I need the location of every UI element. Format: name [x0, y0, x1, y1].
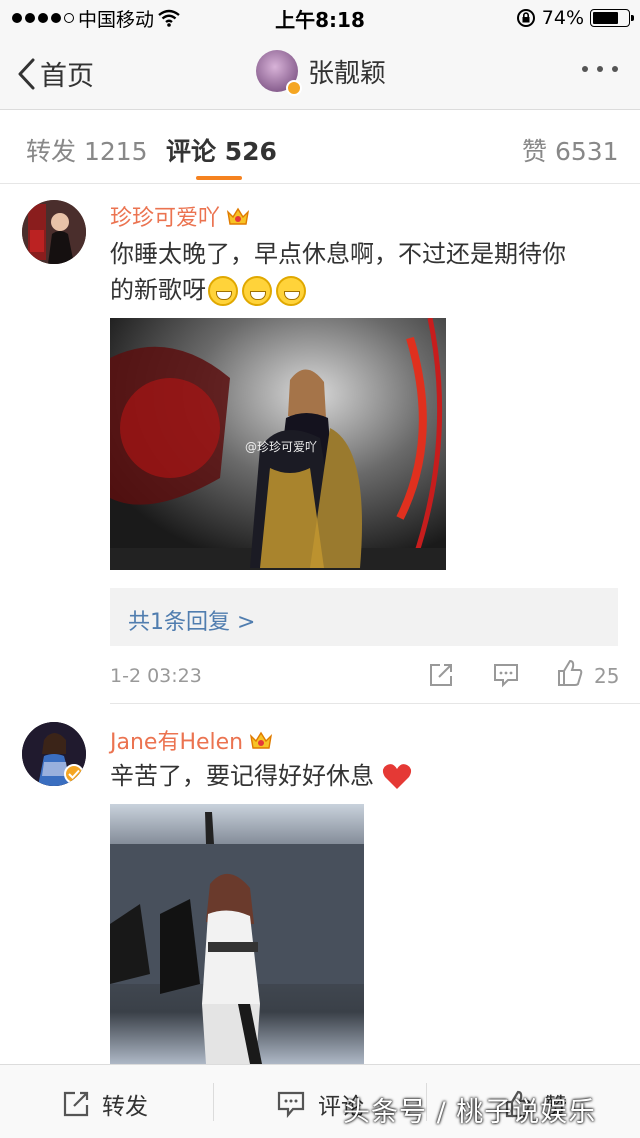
comment-username[interactable]: Jane有Helen	[110, 724, 273, 756]
divider	[213, 1083, 214, 1121]
vip-crown-icon	[226, 207, 250, 225]
more-options-icon[interactable]	[582, 66, 618, 72]
photo-watermark: @珍珍可爱吖	[245, 440, 318, 454]
tab-comments[interactable]: 评论 526	[166, 132, 277, 168]
comment-icon[interactable]	[492, 662, 520, 688]
comment-item: Jane有Helen 辛苦了，要记得好好休息	[0, 704, 640, 1064]
comment-photo[interactable]: @珍珍可爱吖	[110, 318, 446, 570]
watermark: 头条号 / 桃子说娱乐	[343, 1097, 597, 1128]
comment-item: 珍珍可爱吖 你睡太晚了，早点休息啊，不过还是期待你 的新歌呀 @珍珍可爱吖 共1…	[0, 184, 640, 704]
chevron-left-icon	[18, 58, 35, 89]
grin-emoji-icon	[208, 276, 238, 306]
verified-badge-icon	[286, 80, 302, 96]
verified-badge-icon	[64, 764, 84, 784]
grin-emoji-icon	[242, 276, 272, 306]
status-right: 74%	[516, 7, 634, 29]
comment-icon	[277, 1091, 305, 1118]
back-button[interactable]: 首页	[16, 54, 94, 93]
repost-button[interactable]: 转发	[62, 1087, 148, 1121]
back-label: 首页	[40, 61, 94, 92]
like-thumb-icon[interactable]	[556, 658, 584, 688]
avatar	[256, 50, 302, 96]
share-icon	[63, 1091, 89, 1117]
view-replies-link[interactable]: 共1条回复 >	[128, 604, 255, 636]
red-heart-icon	[382, 764, 411, 789]
nav-bar: 首页 张靓颖	[0, 36, 640, 110]
tab-bar: 转发 1215 评论 526 赞 6531	[0, 110, 640, 184]
battery-icon	[590, 9, 634, 27]
rotation-lock-icon	[516, 9, 535, 27]
battery-percent: 74%	[541, 7, 584, 29]
weibo-comments-page: 中国移动 上午8:18 74% 首页 张靓颖 转发 1215 评论 526 赞 …	[0, 0, 640, 1138]
avatar[interactable]	[22, 200, 86, 264]
tab-likes[interactable]: 赞 6531	[522, 132, 619, 168]
comment-time: 1-2 03:23	[110, 665, 202, 687]
reply-box[interactable]: 共1条回复 >	[110, 588, 618, 646]
nav-title[interactable]: 张靓颖	[256, 50, 387, 96]
grin-emoji-icon	[276, 276, 306, 306]
comment-username[interactable]: 珍珍可爱吖	[110, 200, 250, 232]
tab-reposts[interactable]: 转发 1215	[26, 132, 148, 168]
vip-crown-icon	[250, 731, 273, 749]
avatar[interactable]	[22, 722, 86, 786]
comment-photo[interactable]	[110, 804, 364, 1064]
share-icon[interactable]	[428, 662, 454, 688]
comment-text: 你睡太晚了，早点休息啊，不过还是期待你 的新歌呀	[110, 240, 566, 306]
stage-photo	[110, 804, 364, 1064]
page-title: 张靓颖	[308, 58, 387, 89]
active-tab-indicator	[196, 176, 242, 180]
comment-text: 辛苦了，要记得好好休息	[110, 758, 610, 794]
avatar-image	[22, 200, 86, 264]
status-bar: 中国移动 上午8:18 74%	[0, 0, 640, 36]
like-count: 25	[594, 664, 620, 688]
